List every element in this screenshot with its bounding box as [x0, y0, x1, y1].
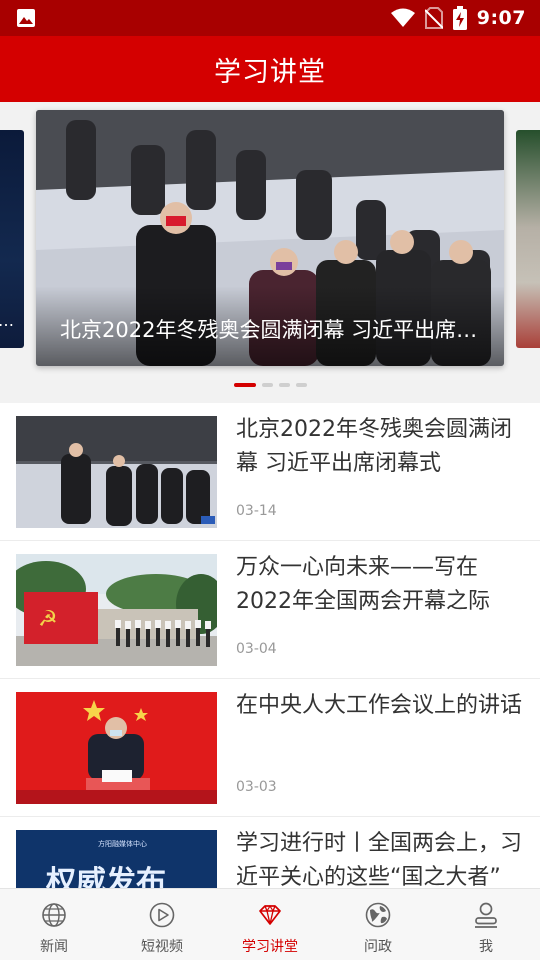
news-thumbnail: ☭: [16, 554, 217, 666]
nav-label: 短视频: [141, 939, 183, 955]
nav-label: 问政: [364, 939, 392, 955]
nav-item-news[interactable]: 新闻: [0, 889, 108, 960]
svg-text:☭: ☭: [38, 607, 58, 632]
status-time: 9:07: [476, 7, 526, 29]
news-item[interactable]: 北京2022年冬残奥会圆满闭幕 习近平出席闭幕式 03-14: [0, 403, 540, 541]
news-title: 学习进行时丨全国两会上，习近平关心的这些“国之大者”: [236, 831, 522, 888]
news-thumbnail: [16, 416, 217, 528]
news-title: 在中央人大工作会议上的讲话: [236, 693, 522, 718]
nav-item-short-video[interactable]: 短视频: [108, 889, 216, 960]
banner-carousel[interactable]: …: [0, 102, 540, 400]
gallery-icon: [17, 9, 35, 27]
news-date: 03-14: [236, 503, 277, 519]
status-bar: 9:07: [0, 0, 540, 36]
news-thumbnail: [16, 692, 217, 804]
ruby-icon: [259, 904, 281, 925]
news-item[interactable]: ☭ 万众一心向未来——写在2022年全国两会开幕之际 03-04: [0, 541, 540, 679]
carousel-dot-active: [233, 383, 256, 387]
nav-item-study-hall[interactable]: 学习讲堂: [216, 889, 324, 960]
carousel-dot: [278, 383, 290, 387]
person-icon: [475, 902, 497, 928]
wifi-icon: [390, 8, 415, 27]
news-date: 03-04: [236, 641, 277, 657]
no-sim-icon: [424, 7, 443, 29]
banner-caption: 北京2022年冬残奥会圆满闭幕 习近平出席闭幕式: [36, 286, 504, 366]
news-list[interactable]: 北京2022年冬残奥会圆满闭幕 习近平出席闭幕式 03-14 ☭ 万众一心向未来…: [0, 403, 540, 888]
thumb-headline-text: 权威发布: [45, 865, 166, 888]
news-date: 03-03: [236, 779, 277, 795]
nav-item-politics[interactable]: 问政: [324, 889, 432, 960]
banner-prev-card[interactable]: …: [0, 130, 24, 348]
play-icon: [149, 902, 175, 928]
thumb-org-text: 方阳融媒体中心: [98, 839, 147, 848]
banner-card[interactable]: 北京2022年冬残奥会圆满闭幕 习近平出席闭幕式: [36, 110, 504, 366]
nav-label: 学习讲堂: [242, 939, 298, 955]
bottom-nav: 新闻 短视频 学习讲堂 问政 我: [0, 888, 540, 960]
banner-next-card[interactable]: [516, 130, 540, 348]
news-title: 万众一心向未来——写在2022年全国两会开幕之际: [236, 555, 490, 614]
news-item[interactable]: 在中央人大工作会议上的讲话 03-03: [0, 679, 540, 817]
globe-icon: [42, 903, 66, 927]
earth-icon: [365, 902, 391, 928]
nav-item-me[interactable]: 我: [432, 889, 540, 960]
banner-caption-text: 北京2022年冬残奥会圆满闭幕 习近平出席闭幕式: [60, 318, 496, 342]
page-title: 学习讲堂: [214, 56, 326, 88]
battery-charging-icon: [452, 6, 467, 30]
news-title: 北京2022年冬残奥会圆满闭幕 习近平出席闭幕式: [236, 417, 512, 476]
carousel-dot: [295, 383, 307, 387]
nav-label: 我: [479, 939, 493, 955]
carousel-indicator: [0, 383, 540, 387]
news-thumbnail: 方阳融媒体中心 权威发布: [16, 830, 217, 888]
news-item[interactable]: 方阳融媒体中心 权威发布 学习进行时丨全国两会上，习近平关心的这些“国之大者”: [0, 817, 540, 888]
carousel-dot: [261, 383, 273, 387]
prev-card-ellipsis: …: [0, 311, 14, 330]
app-header: 学习讲堂: [0, 36, 540, 102]
nav-label: 新闻: [40, 939, 68, 955]
